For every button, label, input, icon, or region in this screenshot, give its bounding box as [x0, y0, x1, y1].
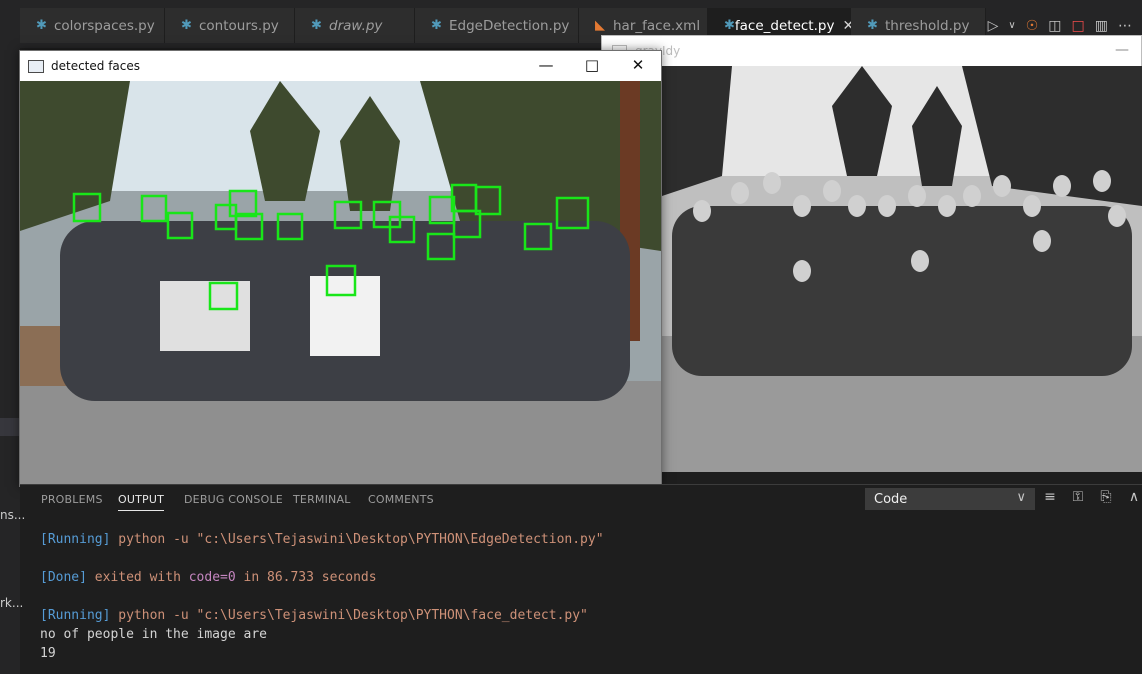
tab-label: threshold.py: [885, 17, 970, 34]
tab-label: contours.py: [199, 17, 279, 34]
output-command: python -u "c:\Users\Tejaswini\Desktop\PY…: [118, 532, 604, 547]
debug-icon[interactable]: ☉: [1026, 18, 1039, 34]
output-text: exited with: [94, 570, 189, 585]
detected-faces-image: [20, 81, 661, 486]
window-controls: — □ ✕: [523, 51, 661, 81]
tab-label: draw.py: [329, 17, 383, 34]
tab-label: har_face.xml: [613, 17, 701, 34]
panel-actions: ≡ ⚿ ⎘ ∧: [1042, 489, 1142, 505]
output-command: python -u "c:\Users\Tejaswini\Desktop\PY…: [118, 608, 588, 623]
sidebar-fragment: rk...: [0, 596, 24, 610]
output-tag: [Running]: [40, 532, 111, 547]
output-channel-value: Code: [874, 491, 908, 507]
tab-debug-console[interactable]: DEBUG CONSOLE: [184, 493, 283, 506]
tab-colorspaces[interactable]: ✱ colorspaces.py: [20, 8, 165, 43]
output-console: [Running] python -u "c:\Users\Tejaswini\…: [40, 530, 1140, 663]
chevron-up-icon[interactable]: ∧: [1126, 489, 1142, 505]
panel-header: PROBLEMS OUTPUT DEBUG CONSOLE TERMINAL C…: [20, 484, 1142, 517]
python-icon: ✱: [724, 18, 735, 33]
open-in-editor-icon[interactable]: ⎘: [1098, 489, 1114, 505]
lock-icon[interactable]: ⚿: [1070, 489, 1086, 505]
rss-icon: ◣: [595, 18, 605, 33]
output-tag: [Running]: [40, 608, 111, 623]
python-icon: ✱: [311, 18, 322, 33]
maximize-icon[interactable]: □: [569, 51, 615, 81]
output-line: [Running] python -u "c:\Users\Tejaswini\…: [40, 606, 1140, 625]
python-icon: ✱: [431, 18, 442, 33]
output-line: no of people in the image are: [40, 627, 267, 642]
chevron-down-icon: ∨: [1016, 490, 1026, 505]
detected-faces-window[interactable]: detected faces — □ ✕: [19, 50, 662, 487]
tab-edgedetection[interactable]: ✱ EdgeDetection.py: [415, 8, 579, 43]
tab-contours[interactable]: ✱ contours.py: [165, 8, 295, 43]
tab-label: colorspaces.py: [54, 17, 155, 34]
split-editor-icon[interactable]: ◫: [1048, 18, 1061, 34]
grayscale-window[interactable]: grayIdy —: [601, 35, 1142, 472]
tab-terminal[interactable]: TERMINAL: [293, 493, 351, 506]
tab-comments[interactable]: COMMENTS: [368, 493, 434, 506]
window-title: detected faces: [51, 59, 141, 73]
python-icon: ✱: [867, 18, 878, 33]
run-icon[interactable]: ▷: [988, 18, 999, 34]
grayscale-image: [662, 66, 1142, 472]
output-channel-select[interactable]: Code ∨: [865, 488, 1035, 510]
clear-output-icon[interactable]: ≡: [1042, 489, 1058, 505]
tab-output[interactable]: OUTPUT: [118, 493, 165, 511]
tab-problems[interactable]: PROBLEMS: [41, 493, 103, 506]
python-icon: ✱: [181, 18, 192, 33]
output-tag: [Done]: [40, 570, 87, 585]
sidebar-edge: ns... rk...: [0, 0, 25, 674]
output-code: code=0: [188, 570, 236, 585]
window-titlebar[interactable]: grayIdy —: [602, 36, 1141, 66]
window-icon: [28, 59, 44, 73]
minimize-icon[interactable]: —: [523, 51, 569, 81]
output-line: [Done] exited with code=0 in 86.733 seco…: [40, 568, 1140, 587]
output-text: in 86.733 seconds: [235, 570, 377, 585]
output-line: 19: [40, 646, 56, 661]
sidebar-selected-row: [0, 418, 20, 436]
output-line: [Running] python -u "c:\Users\Tejaswini\…: [40, 530, 1140, 549]
stop-icon[interactable]: □: [1072, 18, 1085, 34]
chevron-down-icon[interactable]: ∨: [1008, 20, 1015, 31]
tab-label: EdgeDetection.py: [449, 17, 570, 34]
tab-label: face_detect.py: [734, 17, 835, 34]
layout-icon[interactable]: ▥: [1095, 18, 1108, 34]
tab-draw[interactable]: ✱ draw.py: [295, 8, 415, 43]
window-titlebar[interactable]: detected faces — □ ✕: [20, 51, 661, 81]
minimize-icon[interactable]: —: [1115, 42, 1129, 58]
more-icon[interactable]: ⋯: [1118, 18, 1132, 34]
close-icon[interactable]: ✕: [615, 51, 661, 81]
python-icon: ✱: [36, 18, 47, 33]
